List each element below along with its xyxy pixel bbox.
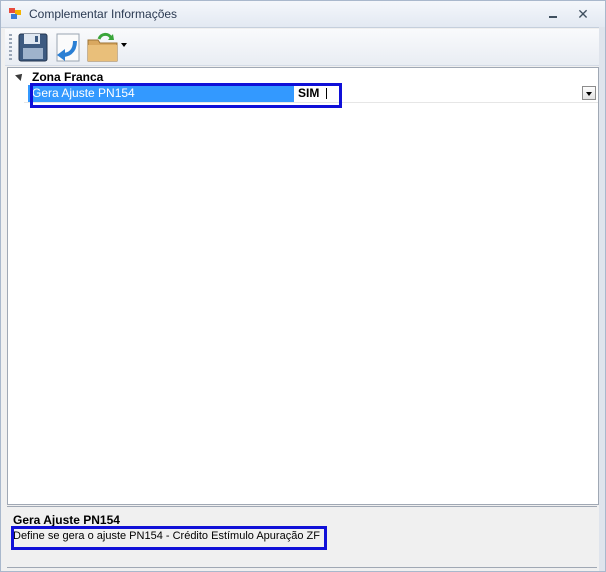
save-button[interactable] [17, 31, 49, 63]
collapse-triangle-icon[interactable] [15, 71, 25, 81]
window: Complementar Informações ✕ Zona Franca G… [0, 0, 606, 572]
toolbar-grip[interactable] [9, 34, 12, 60]
minimize-icon [549, 16, 557, 18]
value-dropdown-button[interactable] [582, 86, 596, 100]
divider [7, 567, 597, 568]
property-row[interactable]: Gera Ajuste PN154 SIM [24, 83, 598, 108]
dropdown-arrow-icon[interactable] [121, 43, 127, 47]
property-value-input[interactable]: SIM [296, 85, 328, 102]
app-icon [9, 8, 23, 20]
category-row[interactable]: Zona Franca [8, 69, 598, 85]
property-name[interactable]: Gera Ajuste PN154 [28, 85, 294, 102]
help-panel: Gera Ajuste PN154 Define se gera o ajust… [7, 506, 597, 567]
window-edge [599, 27, 605, 571]
help-description: Define se gera o ajuste PN154 - Crédito … [13, 530, 320, 542]
folder-refresh-button[interactable] [87, 31, 119, 63]
text-caret [326, 88, 327, 99]
category-label: Zona Franca [32, 70, 104, 84]
save-icon [18, 33, 48, 62]
toolbar [5, 29, 601, 66]
undo-arrow-icon [56, 33, 80, 62]
property-grid: Zona Franca Gera Ajuste PN154 SIM [7, 67, 599, 505]
close-button[interactable]: ✕ [573, 5, 593, 23]
help-title: Gera Ajuste PN154 [13, 513, 120, 527]
minimize-button[interactable] [543, 5, 563, 23]
title-bar: Complementar Informações ✕ [1, 1, 605, 28]
undo-button[interactable] [53, 31, 85, 63]
property-value-text: SIM [298, 86, 320, 100]
window-title: Complementar Informações [29, 7, 178, 21]
chevron-down-icon [586, 92, 592, 96]
folder-refresh-icon [87, 32, 118, 62]
